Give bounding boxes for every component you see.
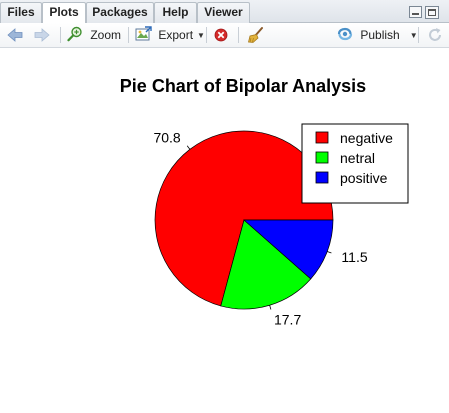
chevron-down-icon: ▼ bbox=[197, 31, 205, 40]
remove-plot-icon bbox=[214, 28, 228, 42]
legend-swatch-negative bbox=[315, 131, 329, 144]
arrow-left-icon[interactable] bbox=[6, 26, 24, 44]
refresh-button[interactable] bbox=[426, 26, 444, 44]
pie-slice-label: 70.8 bbox=[153, 129, 180, 145]
legend-swatch-netral bbox=[315, 151, 329, 164]
refresh-icon bbox=[429, 28, 441, 41]
legend-swatch-positive bbox=[315, 171, 329, 184]
publish-button[interactable]: Publish ▼ bbox=[336, 26, 418, 44]
chart-title: Pie Chart of Bipolar Analysis bbox=[120, 76, 366, 96]
maximize-icon[interactable] bbox=[425, 6, 439, 19]
pie-label-tick bbox=[327, 251, 332, 254]
toolbar-divider bbox=[418, 27, 419, 43]
legend-label-positive: positive bbox=[340, 170, 388, 186]
arrow-right-icon[interactable] bbox=[33, 26, 51, 44]
minimize-icon[interactable] bbox=[409, 6, 422, 18]
publish-icon bbox=[337, 27, 353, 41]
pie-slice-label: 17.7 bbox=[274, 312, 301, 328]
publish-label: Publish bbox=[360, 28, 400, 42]
tab-viewer[interactable]: Viewer bbox=[197, 2, 250, 23]
tab-files[interactable]: Files bbox=[0, 2, 42, 23]
tab-packages[interactable]: Packages bbox=[86, 2, 154, 23]
zoom-button[interactable]: Zoom bbox=[67, 26, 121, 44]
remove-plot-button[interactable] bbox=[213, 26, 229, 44]
toolbar-divider bbox=[238, 27, 239, 43]
toolbar-divider bbox=[128, 27, 129, 43]
plot-area: Pie Chart of Bipolar Analysis 70.8 17.7 11… bbox=[0, 48, 449, 413]
clear-all-plots-button[interactable] bbox=[247, 26, 265, 44]
plots-toolbar: Zoom Export ▼ Publish ▼ bbox=[0, 23, 449, 48]
zoom-label: Zoom bbox=[90, 28, 122, 42]
legend-label-netral: netral bbox=[340, 150, 375, 166]
chart-legend: negative netral positive bbox=[301, 123, 409, 204]
chevron-down-icon[interactable]: ▼ bbox=[410, 31, 418, 40]
zoom-icon bbox=[67, 26, 82, 42]
tab-plots[interactable]: Plots bbox=[42, 2, 86, 24]
pie-label-tick bbox=[269, 305, 272, 310]
broom-icon bbox=[248, 27, 263, 43]
tab-bar: Files Plots Packages Help Viewer bbox=[0, 0, 449, 24]
pie-slice-label: 11.5 bbox=[341, 249, 367, 265]
pie-chart: Pie Chart of Bipolar Analysis 70.8 17.7 11… bbox=[120, 76, 409, 328]
legend-label-negative: negative bbox=[340, 130, 393, 146]
export-menu-button[interactable]: Export ▼ bbox=[135, 26, 205, 44]
export-icon bbox=[135, 26, 152, 41]
pie-label-tick bbox=[186, 145, 191, 150]
tab-help[interactable]: Help bbox=[154, 2, 197, 23]
plots-pane: Files Plots Packages Help Viewer Zoom Ex… bbox=[0, 0, 449, 413]
toolbar-divider bbox=[60, 27, 61, 43]
toolbar-divider bbox=[206, 27, 207, 43]
export-label: Export bbox=[158, 28, 194, 42]
